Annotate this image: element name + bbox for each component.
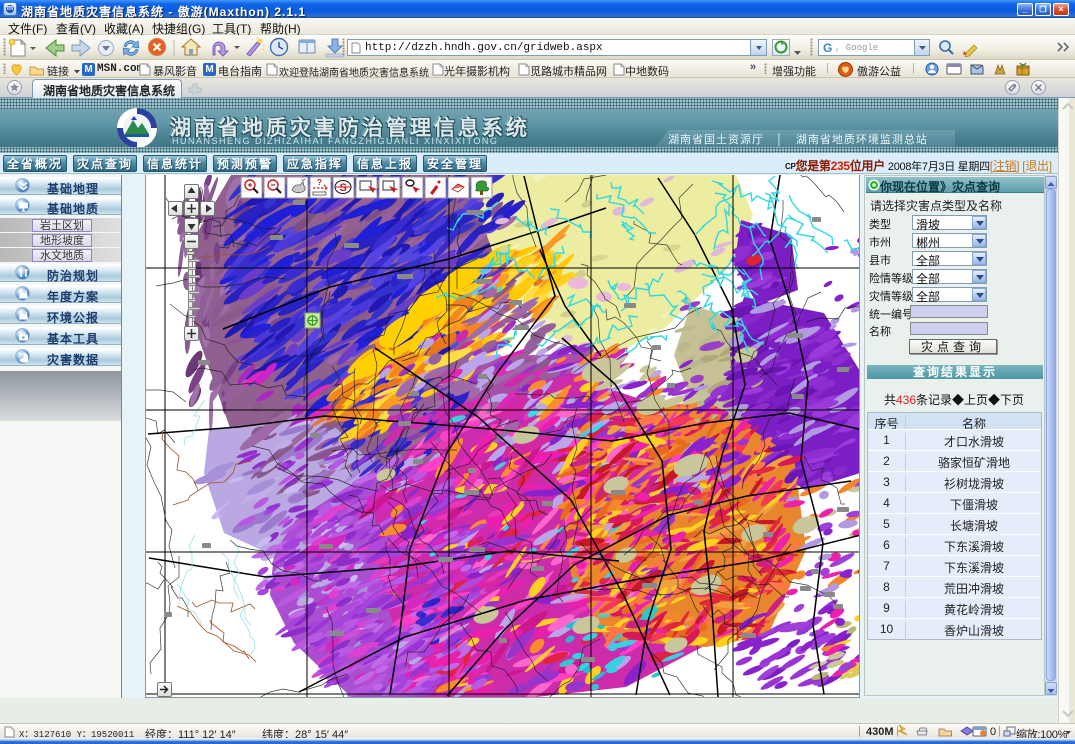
- svg-text:?: ?: [317, 178, 322, 187]
- svg-text:S: S: [340, 182, 347, 194]
